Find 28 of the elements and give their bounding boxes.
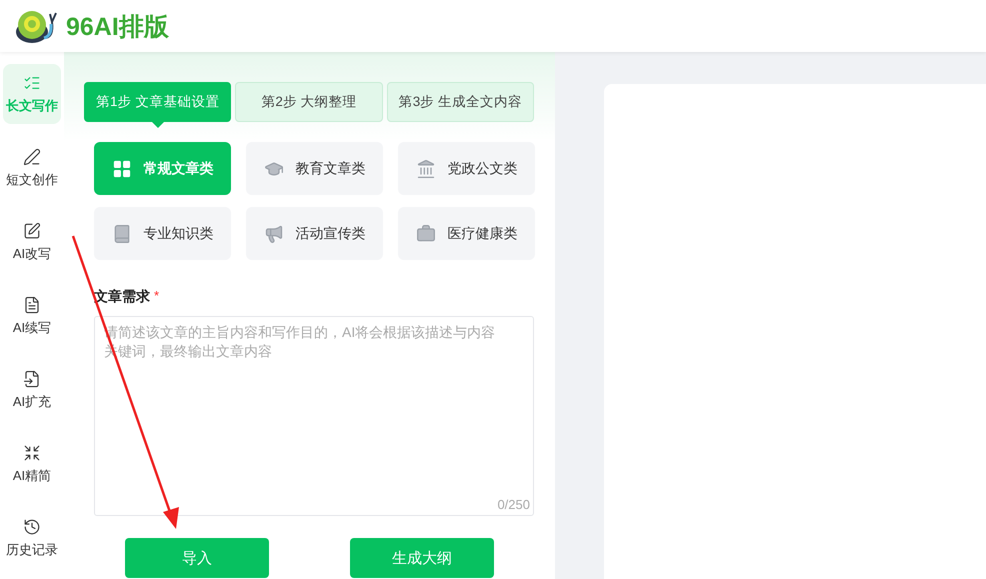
sidebar-item[interactable]: AI扩充 [3, 360, 61, 420]
character-counter: 0/250 [497, 497, 530, 512]
snail-logo-icon [14, 8, 60, 44]
category-option[interactable]: 教育文章类 [246, 142, 383, 195]
category-option[interactable]: 活动宣传类 [246, 207, 383, 260]
step-pointer-icon [150, 121, 165, 128]
required-mark: * [154, 288, 160, 303]
sidebar-item[interactable]: 历史记录 [3, 508, 61, 568]
shrink-icon [23, 444, 41, 462]
document-arrow-icon [23, 370, 41, 388]
step-tab[interactable]: 第3步 生成全文内容 [386, 82, 534, 122]
sidebar-item[interactable]: 短文创作 [3, 138, 61, 198]
logo-text: 96AI排版 [66, 12, 169, 42]
category-option[interactable]: 党政公文类 [398, 142, 535, 195]
category-option[interactable]: 医疗健康类 [398, 207, 535, 260]
grid-icon [112, 158, 132, 178]
category-option[interactable]: 专业知识类 [94, 207, 231, 260]
pencil-icon [23, 148, 41, 166]
sidebar-item[interactable]: AI续写 [3, 286, 61, 346]
document-icon [23, 296, 41, 314]
step-tab[interactable]: 第2步 大纲整理 [235, 82, 383, 122]
history-icon [23, 518, 41, 536]
book-icon [112, 224, 132, 244]
sidebar-item[interactable]: AI改写 [3, 212, 61, 272]
megaphone-icon [264, 224, 284, 244]
sidebar-item[interactable]: AI精简 [3, 434, 61, 494]
edit-icon [23, 222, 41, 240]
building-icon [416, 158, 436, 178]
